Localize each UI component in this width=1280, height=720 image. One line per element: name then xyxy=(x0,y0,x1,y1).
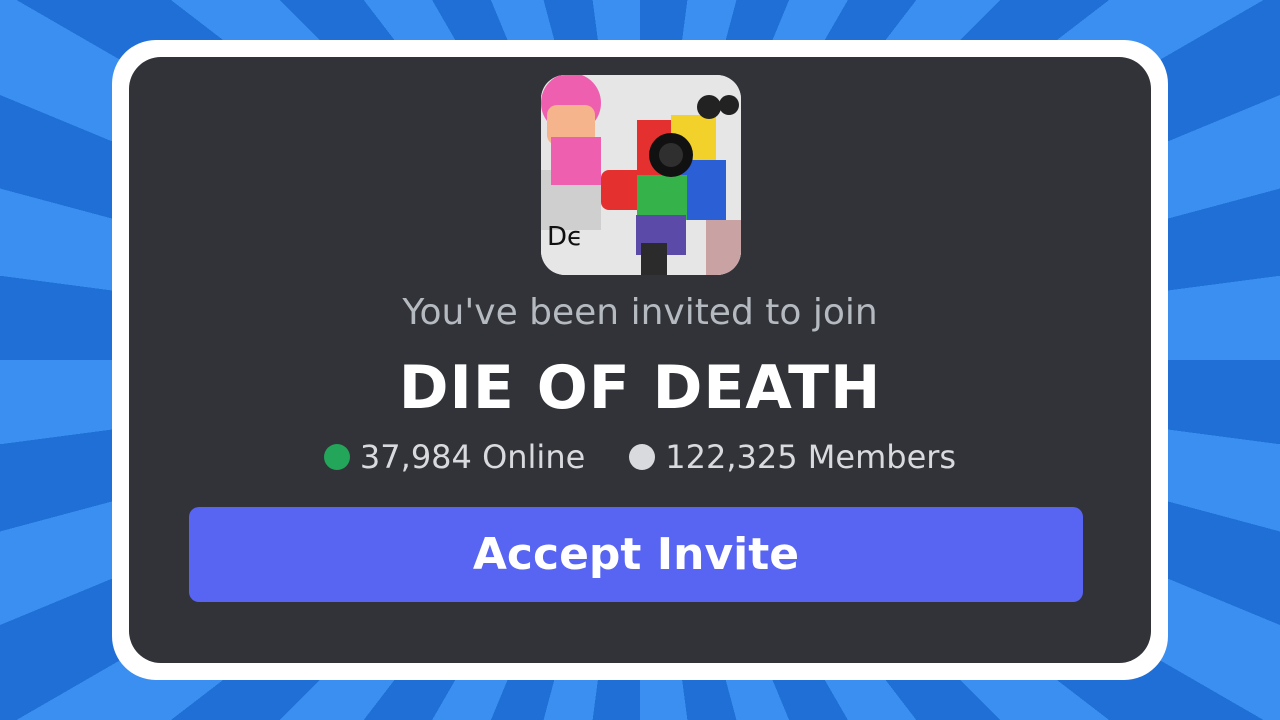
server-stats: 37,984 Online 122,325 Members xyxy=(0,434,1280,480)
online-count: 37,984 Online xyxy=(359,438,586,476)
member-count: 122,325 Members xyxy=(665,438,957,476)
online-status-dot xyxy=(323,444,350,470)
server-name: DIE OF DEATH xyxy=(398,353,882,423)
accept-invite-button[interactable]: Accept Invite xyxy=(189,507,1083,602)
server-artwork-icon: Dϵ xyxy=(541,75,741,275)
members-stat: 122,325 Members xyxy=(629,438,956,476)
server-icon: Dϵ xyxy=(541,75,741,275)
online-stat: 37,984 Online xyxy=(323,438,586,476)
members-status-dot xyxy=(629,444,656,470)
svg-text:Dϵ: Dϵ xyxy=(547,222,583,252)
invite-intro-text: You've been invited to join xyxy=(402,292,878,333)
